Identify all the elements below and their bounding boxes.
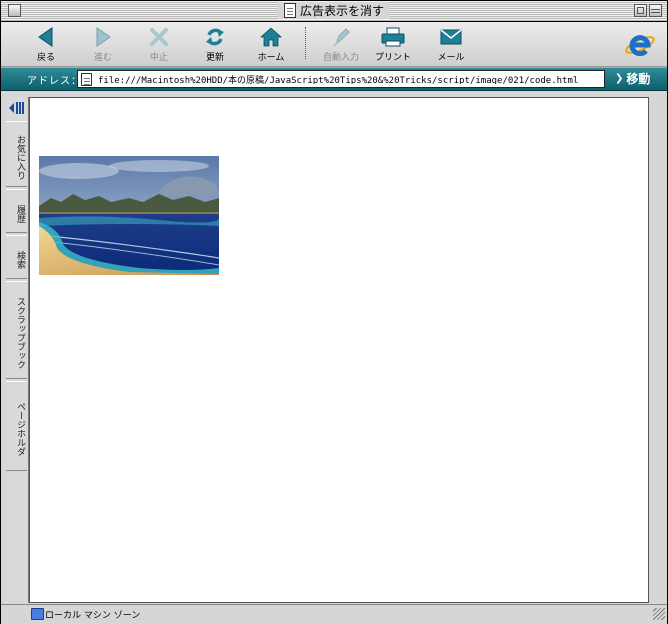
home-icon (260, 27, 282, 47)
chevron-right-icon: ❯ (615, 72, 624, 84)
toolbar: 戻る 進む 中止 更新 ホーム 自動入力 プリント メール (1, 22, 667, 67)
explorer-sidebar: お気に入り 履歴 検索 スクラップブック ページホルダ (6, 97, 29, 603)
back-button[interactable]: 戻る (18, 24, 74, 64)
sidebar-tab-favorites[interactable]: お気に入り (6, 121, 27, 187)
document-icon (283, 3, 296, 18)
back-arrow-icon (38, 27, 53, 47)
collapse-box[interactable] (649, 4, 662, 17)
print-button[interactable]: プリント (365, 24, 421, 64)
sidebar-tab-page-holder[interactable]: ページホルダ (6, 381, 27, 471)
mail-button[interactable]: メール (423, 24, 479, 64)
address-label: アドレス： (27, 76, 82, 87)
autofill-pen-icon (333, 28, 350, 47)
refresh-icon (206, 28, 224, 46)
local-zone-icon (31, 608, 44, 620)
stop-x-icon (150, 28, 168, 46)
sidebar-toggle-icon[interactable] (8, 101, 26, 115)
go-label: 移動 (626, 71, 651, 86)
printer-icon (381, 27, 405, 47)
browser-window: 広告表示を消す 戻る 進む 中止 更新 ホーム 自動入力 プリント メール アド… (0, 0, 668, 624)
resize-grip-icon[interactable] (653, 608, 665, 620)
internet-explorer-logo[interactable] (623, 27, 657, 61)
sidebar-tab-scrapbook[interactable]: スクラップブック (6, 281, 27, 379)
title-bar[interactable]: 広告表示を消す (1, 1, 667, 22)
address-bar: アドレス： ❯ 移動 (1, 67, 667, 91)
forward-arrow-icon (96, 27, 111, 47)
sidebar-tab-search[interactable]: 検索 (6, 235, 27, 279)
forward-button[interactable]: 進む (75, 24, 131, 64)
sidebar-tab-history[interactable]: 履歴 (6, 189, 27, 233)
address-input[interactable] (98, 74, 598, 84)
autofill-button[interactable]: 自動入力 (313, 24, 369, 64)
zoom-box[interactable] (634, 4, 647, 17)
stop-button[interactable]: 中止 (131, 24, 187, 64)
page-document-icon (81, 72, 92, 86)
refresh-button[interactable]: 更新 (187, 24, 243, 64)
go-button[interactable]: ❯ 移動 (615, 70, 650, 86)
security-zone-text: ローカル マシン ゾーン (45, 611, 141, 621)
mail-envelope-icon (440, 29, 462, 45)
window-title: 広告表示を消す (299, 4, 384, 18)
page-content (29, 97, 649, 603)
home-button[interactable]: ホーム (243, 24, 299, 64)
status-bar: ローカル マシン ゾーン (1, 604, 667, 624)
address-field[interactable] (77, 70, 605, 88)
beach-landscape-image (39, 156, 219, 275)
toolbar-separator (305, 27, 307, 59)
